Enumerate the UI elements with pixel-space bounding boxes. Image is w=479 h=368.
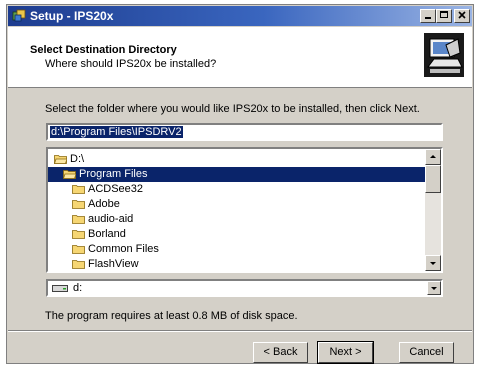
folder-item[interactable]: D:\ [48, 152, 84, 167]
instruction-text: Select the folder where you would like I… [45, 103, 420, 115]
folder-tree-list[interactable]: D:\ Program Files ACDSee32 Adobe audio-aid Bo… [46, 147, 443, 273]
folder-item[interactable]: Borland [48, 227, 126, 242]
drive-icon [52, 285, 68, 292]
setup-window: Setup - IPS20x Select Destination Direct… [6, 4, 474, 364]
drive-dropdown-button[interactable] [427, 281, 441, 295]
arrow-up-icon [430, 155, 436, 158]
window-title: Setup - IPS20x [30, 9, 114, 23]
folder-item[interactable]: audio-aid [48, 212, 133, 227]
drive-select[interactable]: d: [46, 279, 443, 297]
maximize-button[interactable] [436, 9, 452, 23]
folder-item[interactable]: FlashView [48, 257, 139, 271]
footer-divider [8, 330, 472, 332]
close-icon [458, 11, 466, 19]
folder-icon [72, 200, 85, 209]
cancel-button[interactable]: Cancel [399, 342, 454, 363]
chevron-down-icon [431, 287, 437, 290]
page-title: Select Destination Directory [30, 44, 177, 56]
back-button[interactable]: < Back [253, 342, 308, 363]
scroll-thumb[interactable] [425, 165, 441, 193]
folder-icon [72, 260, 85, 269]
destination-path-input[interactable]: d:\Program Files\IPSDRV2 [46, 123, 443, 141]
computer-install-icon [424, 33, 464, 77]
minimize-icon [425, 17, 431, 19]
open-folder-icon [63, 170, 76, 179]
folder-item[interactable]: ACDSee32 [48, 182, 143, 197]
page-subtitle: Where should IPS20x be installed? [45, 58, 217, 70]
folder-label: ACDSee32 [88, 183, 144, 195]
disk-space-note: The program requires at least 0.8 MB of … [45, 310, 298, 322]
folder-icon [72, 215, 85, 224]
folder-label: D:\ [70, 153, 85, 165]
folder-label: Common Files [88, 243, 159, 255]
minimize-button[interactable] [420, 9, 436, 23]
folder-label: Borland [88, 228, 126, 240]
folder-item[interactable]: Adobe [48, 197, 120, 212]
folder-icon [72, 185, 85, 194]
folder-item[interactable]: Common Files [48, 242, 159, 257]
arrow-down-icon [430, 262, 436, 265]
folder-icon [72, 230, 85, 239]
folder-icon [72, 245, 85, 254]
drive-value: d: [73, 282, 83, 294]
open-folder-icon [54, 155, 67, 164]
scroll-up-button[interactable] [425, 149, 441, 165]
next-button[interactable]: Next > [317, 341, 374, 364]
folder-label: FlashView [88, 258, 139, 270]
folder-label: Adobe [88, 198, 120, 210]
close-button[interactable] [454, 9, 470, 23]
folder-list-scrollbar[interactable] [425, 149, 441, 271]
scroll-down-button[interactable] [425, 255, 441, 271]
maximize-icon [440, 11, 448, 18]
folder-label: Program Files [79, 168, 148, 180]
folder-item[interactable]: Program Files [48, 167, 425, 182]
folder-label: audio-aid [88, 213, 134, 225]
destination-path-value: d:\Program Files\IPSDRV2 [50, 126, 183, 138]
setup-app-icon [12, 9, 26, 22]
wizard-header: Select Destination Directory Where shoul… [8, 27, 472, 88]
title-bar[interactable]: Setup - IPS20x [8, 6, 472, 26]
